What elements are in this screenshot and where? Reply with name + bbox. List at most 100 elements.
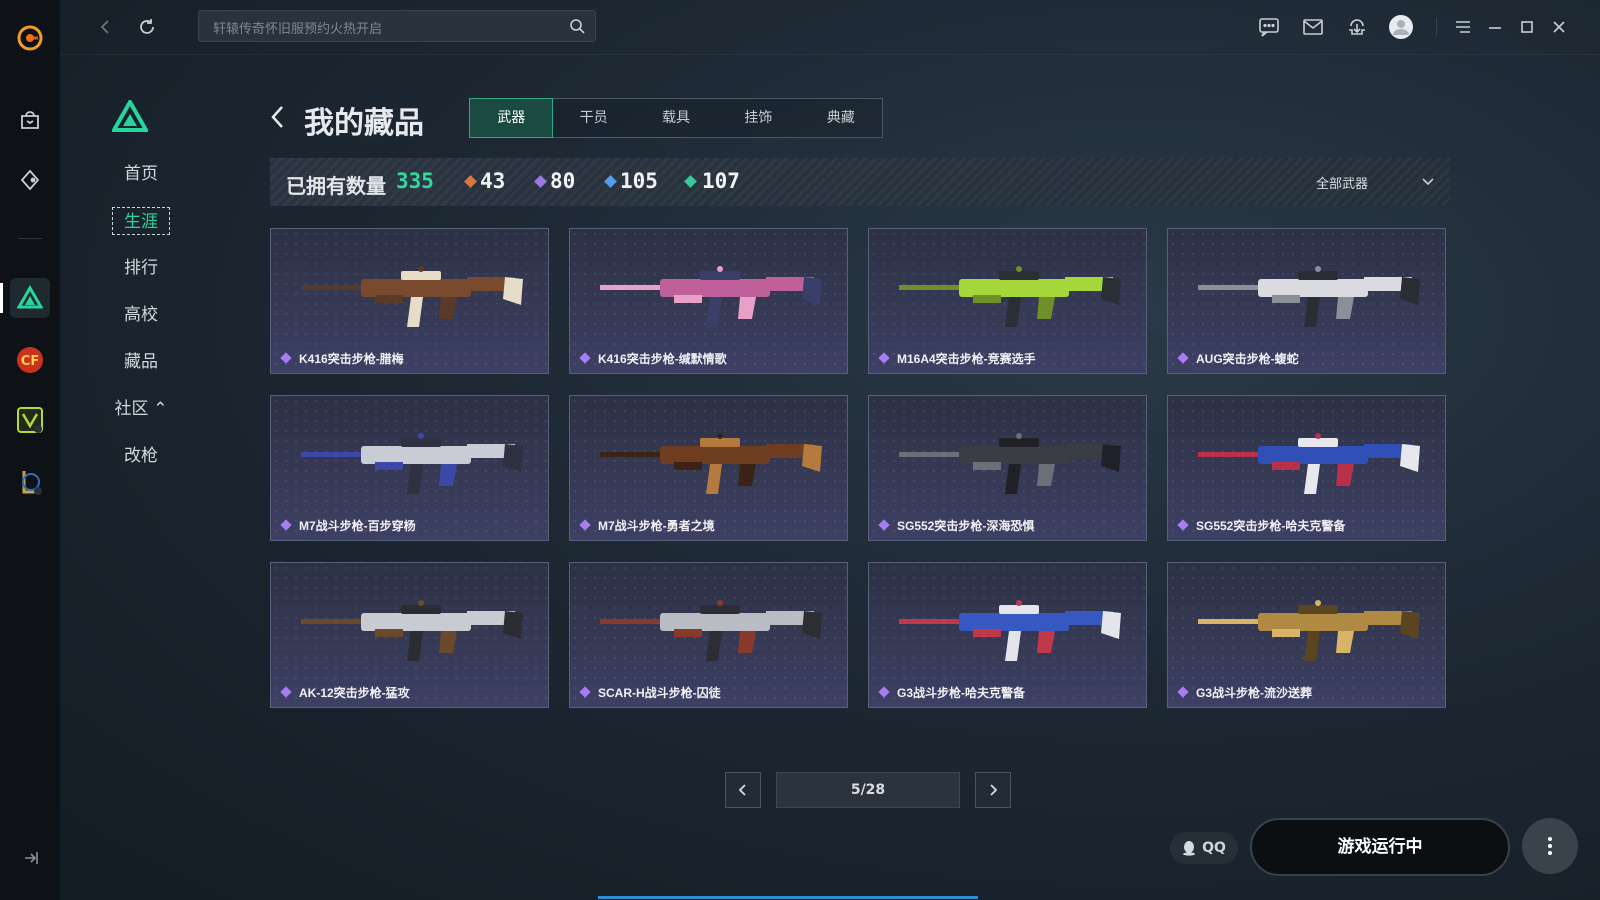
weapon-image (1198, 600, 1420, 661)
rarity-diamond-icon (1177, 352, 1189, 364)
weapon-name: K416突击步枪-缄默情歌 (598, 352, 727, 366)
nav-item-community[interactable]: 社区 ⌃ (112, 395, 170, 423)
app-rail: CF (0, 0, 61, 900)
weapon-filter-dropdown[interactable]: 全部武器 (1316, 173, 1368, 192)
tier-gold-icon (464, 175, 477, 188)
mail-icon[interactable] (1298, 12, 1328, 42)
nav-item-collection[interactable]: 藏品 (112, 348, 170, 376)
weapon-image (899, 600, 1121, 661)
rarity-diamond-icon (280, 352, 292, 364)
tier-purple-count: 80 (550, 169, 576, 193)
game-running-button[interactable]: 游戏运行中 (1250, 818, 1510, 876)
store-icon[interactable] (10, 100, 50, 140)
nav-item-ranking[interactable]: 排行 (112, 254, 170, 282)
game-library-icon[interactable] (10, 160, 50, 200)
weapon-name: SG552突击步枪-深海恐惧 (897, 519, 1035, 533)
nav-item-college[interactable]: 高校 (112, 301, 170, 329)
tier-purple-icon (534, 175, 547, 188)
qq-button[interactable]: QQ (1170, 832, 1238, 864)
weapon-card[interactable]: K416突击步枪-腊梅 (270, 228, 549, 374)
delta-force-logo-icon (110, 97, 150, 136)
weapon-card[interactable]: SG552突击步枪-哈夫克警备 (1167, 395, 1446, 541)
rarity-diamond-icon (579, 519, 591, 531)
weapon-image (301, 266, 523, 327)
weapon-image (301, 600, 523, 661)
tier-blue-count: 105 (620, 169, 658, 193)
valorant-game-icon[interactable] (10, 400, 50, 440)
search-box[interactable] (198, 10, 596, 42)
tab-operators[interactable]: 干员 (552, 99, 634, 137)
tier-gold-count: 43 (480, 169, 506, 193)
close-icon[interactable] (1544, 12, 1574, 42)
page-back-icon[interactable] (268, 104, 288, 134)
weapon-image (1198, 266, 1420, 327)
owned-count-label: 已拥有数量 (286, 176, 386, 198)
rarity-diamond-icon (579, 352, 591, 364)
qq-penguin-icon (1183, 841, 1196, 856)
weapon-card[interactable]: AUG突击步枪-蝮蛇 (1167, 228, 1446, 374)
tab-charms[interactable]: 挂饰 (717, 99, 799, 137)
nav-item-career[interactable]: 生涯 (112, 207, 170, 235)
prev-page-button[interactable] (725, 772, 761, 808)
weapon-name: M7战斗步枪-百步穿杨 (299, 519, 416, 533)
rarity-diamond-icon (878, 352, 890, 364)
search-input[interactable] (211, 17, 555, 39)
weapon-card[interactable]: K416突击步枪-缄默情歌 (569, 228, 848, 374)
tab-collectibles[interactable]: 典藏 (800, 99, 882, 137)
weapon-name: M7战斗步枪-勇者之境 (598, 519, 715, 533)
weapon-card[interactable]: SCAR-H战斗步枪-囚徒 (569, 562, 848, 708)
topbar-divider (1436, 18, 1437, 36)
weapon-card[interactable]: G3战斗步枪-流沙送葬 (1167, 562, 1446, 708)
nav-item-gun-mod[interactable]: 改枪 (112, 442, 170, 470)
rarity-diamond-icon (878, 686, 890, 698)
minimize-icon[interactable] (1480, 12, 1510, 42)
chevron-right-icon (990, 784, 998, 796)
collapse-sidebar-icon[interactable] (10, 838, 50, 878)
nav-item-home[interactable]: 首页 (112, 160, 170, 188)
next-page-button[interactable] (975, 772, 1011, 808)
page-title: 我的藏品 (304, 107, 424, 140)
owned-total: 335 (396, 169, 434, 193)
chevron-left-icon (738, 784, 746, 796)
category-tabs: 武器 干员 载具 挂饰 典藏 (469, 98, 883, 138)
weapon-name: K416突击步枪-腊梅 (299, 352, 404, 366)
search-icon[interactable] (569, 18, 585, 38)
weapon-image (301, 433, 523, 494)
chevron-down-icon[interactable] (1420, 173, 1436, 193)
weapon-card[interactable]: AK-12突击步枪-猛攻 (270, 562, 549, 708)
menu-icon[interactable] (1448, 12, 1478, 42)
tab-vehicles[interactable]: 载具 (635, 99, 717, 137)
avatar[interactable] (1386, 12, 1416, 42)
progress-underline (598, 896, 978, 899)
page-indicator: 5/28 (776, 772, 960, 808)
rail-divider (18, 238, 42, 239)
rarity-diamond-icon (579, 686, 591, 698)
weapon-card[interactable]: M16A4突击步枪-竞赛选手 (868, 228, 1147, 374)
crossfire-game-icon[interactable]: CF (10, 340, 50, 380)
rarity-diamond-icon (280, 686, 292, 698)
more-options-button[interactable] (1522, 818, 1578, 874)
weapon-card[interactable]: M7战斗步枪-勇者之境 (569, 395, 848, 541)
weapon-image (899, 433, 1121, 494)
weapon-card[interactable]: SG552突击步枪-深海恐惧 (868, 395, 1147, 541)
tab-weapons[interactable]: 武器 (469, 98, 554, 138)
main-area: 首页 生涯 排行 高校 藏品 社区 ⌃ 改枪 我的藏品 武器 干员 载具 挂饰 … (60, 0, 1600, 900)
weapon-name: AK-12突击步枪-猛攻 (299, 686, 410, 700)
delta-force-game-icon[interactable] (10, 278, 50, 318)
tier-green-count: 107 (702, 169, 740, 193)
league-game-icon[interactable] (10, 462, 50, 502)
rarity-diamond-icon (280, 519, 292, 531)
app-logo-icon[interactable] (10, 18, 50, 58)
download-icon[interactable] (1342, 12, 1372, 42)
collection-stats-bar: 已拥有数量 335 43 80 105 107 全部武器 (270, 158, 1450, 206)
back-nav-icon[interactable] (90, 12, 120, 42)
weapon-card[interactable]: M7战斗步枪-百步穿杨 (270, 395, 549, 541)
weapon-name: G3战斗步枪-哈夫克警备 (897, 686, 1026, 700)
rarity-diamond-icon (878, 519, 890, 531)
chat-icon[interactable] (1254, 12, 1284, 42)
weapon-card[interactable]: G3战斗步枪-哈夫克警备 (868, 562, 1147, 708)
maximize-icon[interactable] (1512, 12, 1542, 42)
weapon-image (899, 266, 1121, 327)
refresh-icon[interactable] (132, 12, 162, 42)
weapon-name: SG552突击步枪-哈夫克警备 (1196, 519, 1346, 533)
